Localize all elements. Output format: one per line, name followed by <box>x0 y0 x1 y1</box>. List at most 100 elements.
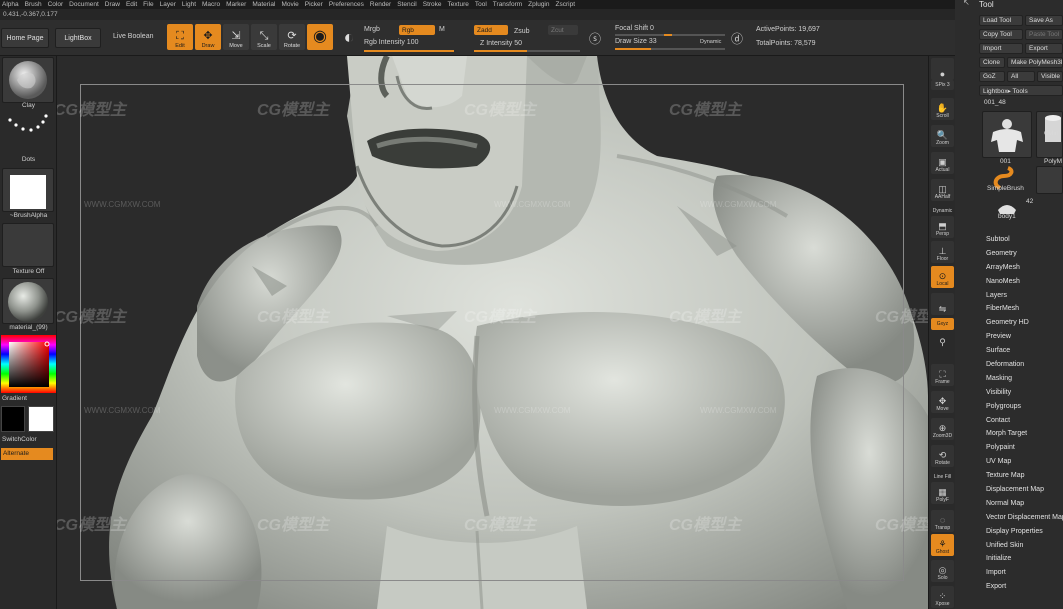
subpalette-initialize[interactable]: Initialize <box>986 552 1063 566</box>
aahalf-button[interactable]: ◫ AAHalf <box>931 179 954 201</box>
move-mode-button[interactable]: ⇲ Move <box>223 24 249 50</box>
menu-item-layer[interactable]: Layer <box>160 1 176 8</box>
rotate-mode-button[interactable]: ⟳ Rotate <box>279 24 305 50</box>
rotate-view-button[interactable]: ⟲ Rotate <box>931 445 954 467</box>
draw-mode-button[interactable]: ✥ Draw <box>195 24 221 50</box>
secondary-color-swatch[interactable] <box>1 406 25 432</box>
subpalette-display-properties[interactable]: Display Properties <box>986 525 1063 539</box>
menu-item-movie[interactable]: Movie <box>281 1 298 8</box>
subpalette-arraymesh[interactable]: ArrayMesh <box>986 261 1063 275</box>
dynamic-persp-button[interactable]: Dynamic <box>931 206 954 216</box>
menu-item-zplugin[interactable]: Zplugin <box>528 1 549 8</box>
material-toggle-button[interactable]: ◐ <box>336 24 362 50</box>
subpalette-polypaint[interactable]: Polypaint <box>986 441 1063 455</box>
xpose-button[interactable]: ⁘ Xpose <box>931 586 954 608</box>
home-page-button[interactable]: Home Page <box>1 28 49 48</box>
menu-item-color[interactable]: Color <box>48 1 64 8</box>
menu-item-draw[interactable]: Draw <box>105 1 120 8</box>
spix-button[interactable]: SPix 3 <box>931 80 954 90</box>
subpalette-polygroups[interactable]: Polygroups <box>986 400 1063 414</box>
stroke-picker-button[interactable] <box>2 111 54 155</box>
subpalette-deformation[interactable]: Deformation <box>986 358 1063 372</box>
palette-collapse-icon[interactable]: ↖ <box>963 0 970 7</box>
subpalette-import[interactable]: Import <box>986 566 1063 580</box>
ghost-button[interactable]: ⚘ Ghost <box>931 534 954 556</box>
material-picker-button[interactable] <box>2 278 54 324</box>
transp-button[interactable]: ◌ Transp <box>931 510 954 532</box>
subpalette-preview[interactable]: Preview <box>986 330 1063 344</box>
line-fill-button[interactable]: Line Fill <box>931 472 954 482</box>
zoom3d-button[interactable]: ⊕ Zoom3D <box>931 418 954 440</box>
polyf-button[interactable]: ▦ PolyF <box>931 482 954 504</box>
save-as-button[interactable]: Save As <box>1025 15 1063 26</box>
subpalette-geometry[interactable]: Geometry <box>986 247 1063 261</box>
zadd-toggle[interactable]: Zadd <box>474 25 508 35</box>
menu-item-macro[interactable]: Macro <box>202 1 220 8</box>
actual-button[interactable]: ▣ Actual <box>931 152 954 174</box>
subpalette-masking[interactable]: Masking <box>986 372 1063 386</box>
scroll-button[interactable]: ✋ Scroll <box>931 98 954 120</box>
zsub-toggle[interactable]: Zsub <box>514 28 530 35</box>
persp-button[interactable]: ⬒ Persp <box>931 216 954 238</box>
scale-mode-button[interactable]: ⤡ Scale <box>251 24 277 50</box>
subpalette-fibermesh[interactable]: FiberMesh <box>986 302 1063 316</box>
menu-item-file[interactable]: File <box>143 1 153 8</box>
clone-button[interactable]: Clone <box>979 57 1005 68</box>
tool-thumb-polymesh[interactable] <box>1036 166 1063 194</box>
mrgb-toggle[interactable]: Mrgb <box>364 26 380 33</box>
subpalette-visibility[interactable]: Visibility <box>986 386 1063 400</box>
canvas-viewport[interactable]: CG模型主 CG模型主 CG模型主 CG模型主 CG模型主 CG模型主 CG模型… <box>57 56 928 609</box>
sphere-preview-button[interactable]: ◉ <box>307 24 333 50</box>
menu-item-stencil[interactable]: Stencil <box>397 1 417 8</box>
zoom-button[interactable]: 🔍 Zoom <box>931 125 954 147</box>
import-tool-button[interactable]: Import <box>979 43 1023 54</box>
menu-item-render[interactable]: Render <box>370 1 391 8</box>
menu-item-material[interactable]: Material <box>252 1 275 8</box>
floor-button[interactable]: ⊥ Floor <box>931 241 954 263</box>
export-tool-button[interactable]: Export <box>1025 43 1063 54</box>
subpalette-nanomesh[interactable]: NanoMesh <box>986 275 1063 289</box>
subpalette-unified-skin[interactable]: Unified Skin <box>986 539 1063 553</box>
tool-thumb-001[interactable] <box>982 111 1032 158</box>
z-intensity-slider[interactable]: Z Intensity 50 <box>480 40 522 47</box>
axis-icon-button[interactable]: ⚲ <box>931 334 954 348</box>
live-boolean-button[interactable]: Live Boolean <box>113 33 153 40</box>
alternate-button[interactable]: Alternate <box>1 448 53 460</box>
make-polymesh-button[interactable]: Make PolyMesh3D <box>1007 57 1063 68</box>
menu-item-picker[interactable]: Picker <box>305 1 323 8</box>
zcut-toggle[interactable]: Zcut <box>548 25 578 35</box>
goz-visible-button[interactable]: Visible <box>1037 71 1063 82</box>
local-button[interactable]: ⊙ Local <box>931 266 954 288</box>
lightbox-button[interactable]: LightBox <box>55 28 101 48</box>
lightbox-tools-button[interactable]: Lightbox▸ Tools <box>979 85 1063 96</box>
focal-shift-slider[interactable]: Focal Shift 0 <box>615 25 654 32</box>
subpalette-texture-map[interactable]: Texture Map <box>986 469 1063 483</box>
edit-mode-button[interactable]: ⛶ Edit <box>167 24 193 50</box>
subpalette-morph-target[interactable]: Morph Target <box>986 427 1063 441</box>
menu-item-texture[interactable]: Texture <box>448 1 469 8</box>
brush-picker-button[interactable] <box>2 57 54 103</box>
menu-item-zscript[interactable]: Zscript <box>556 1 576 8</box>
subpalette-layers[interactable]: Layers <box>986 289 1063 303</box>
menu-item-transform[interactable]: Transform <box>493 1 522 8</box>
frame-button[interactable]: ⛶ Frame <box>931 364 954 386</box>
goz-button[interactable]: GoZ <box>979 71 1005 82</box>
menu-item-brush[interactable]: Brush <box>25 1 42 8</box>
primary-color-swatch[interactable] <box>28 406 54 432</box>
subpalette-subtool[interactable]: Subtool <box>986 233 1063 247</box>
menu-item-tool[interactable]: Tool <box>475 1 487 8</box>
switch-color-button[interactable]: SwitchColor <box>0 436 57 443</box>
menu-item-edit[interactable]: Edit <box>126 1 137 8</box>
dynamic-toggle[interactable]: Dynamic <box>700 39 721 45</box>
subpalette-surface[interactable]: Surface <box>986 344 1063 358</box>
move-view-button[interactable]: ✥ Move <box>931 391 954 413</box>
alpha-picker-button[interactable] <box>2 168 54 212</box>
bpr-button[interactable]: ● <box>931 58 954 80</box>
subpalette-contact[interactable]: Contact <box>986 414 1063 428</box>
subpalette-vector-displacement-map[interactable]: Vector Displacement Map <box>986 511 1063 525</box>
copy-tool-button[interactable]: Copy Tool <box>979 29 1023 40</box>
menu-item-marker[interactable]: Marker <box>226 1 246 8</box>
m-toggle[interactable]: M <box>439 26 445 33</box>
paste-tool-button[interactable]: Paste Tool <box>1025 29 1063 40</box>
menu-item-document[interactable]: Document <box>69 1 99 8</box>
